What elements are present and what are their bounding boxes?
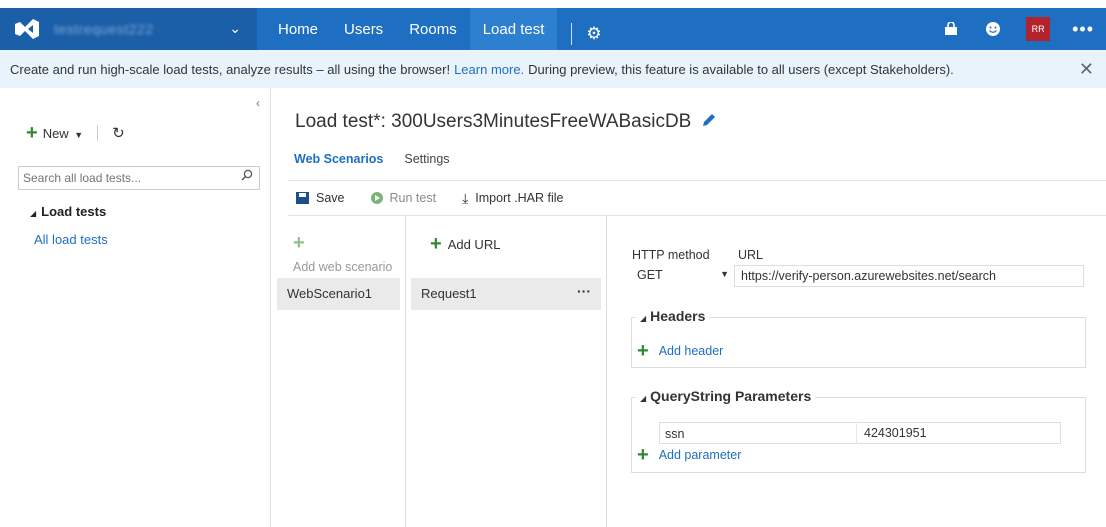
- caret-down-icon: ▼: [71, 129, 84, 140]
- query-param-row: ssn 424301951: [659, 422, 1061, 444]
- toolbar-divider: [97, 125, 99, 141]
- plus-icon: +: [430, 233, 442, 255]
- add-parameter-label: Add parameter: [658, 448, 742, 462]
- save-icon: [296, 192, 309, 204]
- chevron-down-icon[interactable]: ⌄: [229, 20, 241, 37]
- new-button[interactable]: New ▼: [43, 126, 83, 141]
- import-har-button[interactable]: ⤓ Import .HAR file: [462, 190, 563, 207]
- search-input[interactable]: [19, 167, 229, 189]
- requests-column: + Add URL Request1 ···: [406, 216, 607, 527]
- top-nav-bar: testrequest222 ⌄ Home Users Rooms Load t…: [0, 8, 1106, 50]
- tab-bar: Web Scenarios Settings: [294, 152, 471, 166]
- page-title: Load test*: 300Users3MinutesFreeWABasicD…: [295, 111, 717, 133]
- headers-group-title[interactable]: ◢ Headers: [636, 308, 710, 324]
- tab-settings[interactable]: Settings: [404, 152, 449, 166]
- left-toolbar: + New ▼ ↻: [26, 122, 260, 144]
- search-box: [18, 166, 260, 190]
- download-icon: ⤓: [462, 189, 469, 206]
- close-icon[interactable]: ✕: [1079, 59, 1094, 80]
- http-method-value: GET: [637, 268, 663, 282]
- save-label: Save: [316, 191, 345, 205]
- run-test-label: Run test: [389, 191, 437, 205]
- account-name: testrequest222: [54, 21, 154, 37]
- param-divider: [856, 422, 857, 444]
- new-label: New: [42, 125, 69, 141]
- tree-header-load-tests[interactable]: ◢ Load tests: [30, 204, 106, 219]
- play-icon: [370, 192, 383, 204]
- add-web-scenario-button[interactable]: Add web scenario: [293, 260, 392, 274]
- add-url-button[interactable]: + Add URL: [430, 233, 501, 255]
- add-header-label: Add header: [658, 344, 724, 358]
- dropdown-arrow-icon: ▼: [720, 269, 729, 279]
- banner-text-after: During preview, this feature is availabl…: [528, 61, 954, 77]
- all-load-tests-link[interactable]: All load tests: [34, 232, 108, 247]
- scenario-list-item[interactable]: WebScenario1: [277, 278, 400, 310]
- visual-studio-logo-icon: [15, 19, 39, 39]
- request-label: Request1: [421, 286, 477, 301]
- collapse-triangle-icon: ◢: [30, 209, 37, 218]
- request-list-item[interactable]: Request1 ···: [411, 278, 601, 310]
- querystring-title: QueryString Parameters: [650, 388, 812, 404]
- avatar[interactable]: RR: [1026, 17, 1051, 41]
- more-options-icon[interactable]: •••: [1072, 19, 1094, 40]
- import-har-label: Import .HAR file: [475, 191, 564, 205]
- banner-text-before: Create and run high-scale load tests, an…: [10, 61, 451, 77]
- left-panel: ‹ + New ▼ ↻ ◢ Load tests All load tests: [0, 88, 271, 527]
- param-value-field[interactable]: 424301951: [864, 426, 927, 440]
- shopping-bag-icon[interactable]: [942, 20, 960, 38]
- querystring-group-title[interactable]: ◢ QueryString Parameters: [636, 388, 816, 404]
- learn-more-link[interactable]: Learn more.: [454, 62, 524, 77]
- run-test-button[interactable]: Run test: [370, 191, 437, 205]
- add-url-label: Add URL: [447, 236, 501, 252]
- nav-load-test[interactable]: Load test: [469, 8, 558, 50]
- add-header-button[interactable]: + Add header: [637, 340, 724, 362]
- param-key-field[interactable]: ssn: [665, 427, 684, 441]
- add-parameter-button[interactable]: + Add parameter: [637, 444, 742, 466]
- headers-title: Headers: [650, 308, 706, 324]
- plus-icon: +: [637, 340, 649, 362]
- collapse-triangle-icon: ◢: [640, 314, 647, 323]
- collapse-panel-icon[interactable]: ‹: [256, 96, 260, 110]
- editor-toolbar: Save Run test ⤓ Import .HAR file: [288, 180, 1106, 216]
- smiley-feedback-icon[interactable]: [984, 20, 1002, 38]
- account-switcher[interactable]: testrequest222 ⌄: [0, 8, 257, 50]
- http-method-select[interactable]: GET ▼: [631, 265, 732, 287]
- nav-users[interactable]: Users: [331, 8, 396, 50]
- request-more-icon[interactable]: ···: [577, 283, 591, 299]
- search-icon[interactable]: [241, 169, 253, 184]
- nav-rooms[interactable]: Rooms: [396, 8, 470, 50]
- refresh-icon[interactable]: ↻: [112, 124, 125, 142]
- info-banner: Create and run high-scale load tests, an…: [0, 50, 1106, 88]
- gear-icon[interactable]: ⚙: [586, 14, 601, 44]
- collapse-triangle-icon: ◢: [640, 394, 647, 403]
- nav-home[interactable]: Home: [265, 8, 331, 50]
- main-nav: Home Users Rooms Load test: [265, 8, 558, 50]
- top-right-icons: RR •••: [942, 8, 1106, 50]
- save-button[interactable]: Save: [296, 191, 345, 205]
- url-field[interactable]: https://verify-person.azurewebsites.net/…: [734, 265, 1084, 287]
- url-label: URL: [738, 248, 764, 262]
- http-method-label: HTTP method: [632, 248, 710, 262]
- scenarios-column: + Add web scenario WebScenario1: [271, 216, 406, 527]
- page-title-text: Load test*: 300Users3MinutesFreeWABasicD…: [295, 111, 692, 132]
- tree-header-label: Load tests: [41, 204, 107, 219]
- pencil-edit-icon[interactable]: [701, 112, 717, 133]
- tab-web-scenarios[interactable]: Web Scenarios: [294, 152, 383, 166]
- plus-icon: +: [637, 444, 649, 466]
- plus-icon: +: [26, 122, 38, 144]
- add-scenario-plus-icon[interactable]: +: [293, 232, 305, 255]
- nav-divider: [571, 23, 573, 45]
